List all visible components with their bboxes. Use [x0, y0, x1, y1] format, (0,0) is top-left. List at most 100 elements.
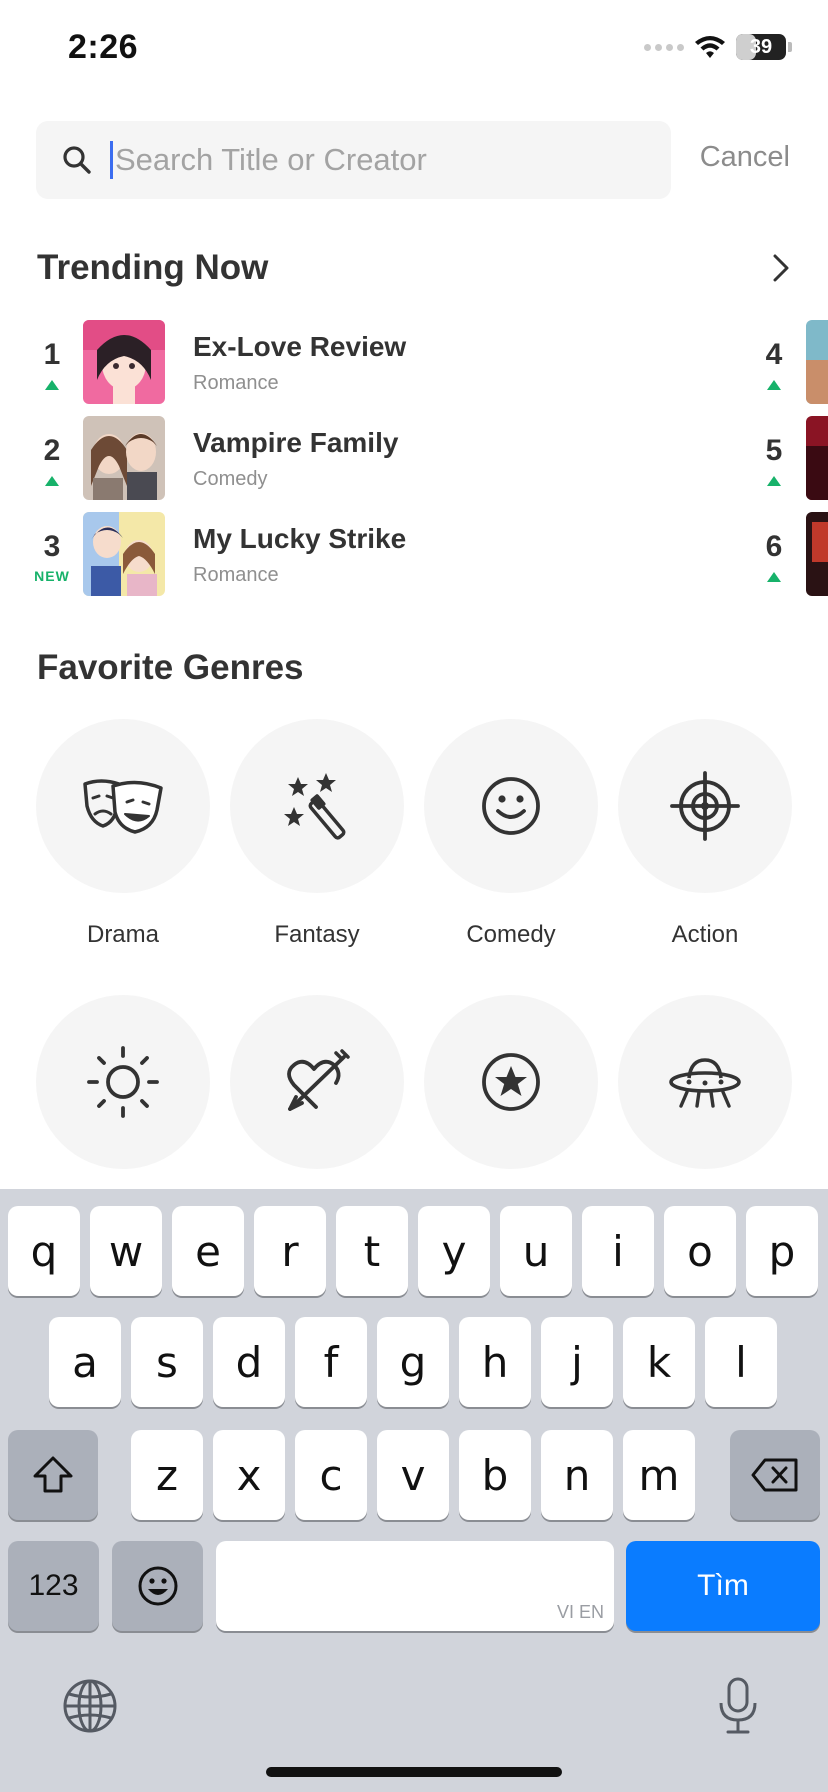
key-o[interactable]: o: [664, 1206, 736, 1296]
key-v[interactable]: v: [377, 1430, 449, 1520]
key-u[interactable]: u: [500, 1206, 572, 1296]
key-y[interactable]: y: [418, 1206, 490, 1296]
key-l[interactable]: l: [705, 1317, 777, 1407]
trending-row[interactable]: 3 NEW My Lucky Strike Romance 6: [0, 512, 828, 598]
search-return-key[interactable]: Tìm: [626, 1541, 820, 1631]
rank-number: 1: [43, 338, 61, 371]
backspace-icon: [751, 1458, 798, 1492]
heart-arrow-icon: [287, 1049, 350, 1111]
keyboard-language: VI EN: [556, 1602, 604, 1622]
rank-up-icon: [30, 380, 74, 390]
comic-title: Vampire Family: [193, 427, 399, 458]
genre-sci-fi[interactable]: [618, 995, 792, 1169]
genre-label: Action: [671, 921, 739, 948]
genre-label: Drama: [86, 921, 159, 948]
text-cursor: [110, 141, 113, 179]
genre-action[interactable]: Action: [618, 719, 792, 949]
key-e[interactable]: e: [172, 1206, 244, 1296]
key-q[interactable]: q: [8, 1206, 80, 1296]
genre-circle[interactable]: [424, 719, 598, 893]
genre-circle[interactable]: [230, 995, 404, 1169]
battery-cap: [788, 42, 792, 52]
key-w[interactable]: w: [90, 1206, 162, 1296]
key-i[interactable]: i: [582, 1206, 654, 1296]
key-j[interactable]: j: [541, 1317, 613, 1407]
trending-title: Trending Now: [37, 248, 269, 287]
battery-level: 39: [749, 35, 773, 58]
cancel-button[interactable]: Cancel: [700, 141, 790, 174]
key-c[interactable]: c: [295, 1430, 367, 1520]
genre-fantasy[interactable]: Fantasy: [230, 719, 404, 949]
key-f[interactable]: f: [295, 1317, 367, 1407]
space-key[interactable]: VI EN: [216, 1541, 614, 1631]
key-k[interactable]: k: [623, 1317, 695, 1407]
status-time: 2:26: [68, 28, 139, 66]
key-x[interactable]: x: [213, 1430, 285, 1520]
comic-genre: Romance: [193, 372, 279, 394]
key-a[interactable]: a: [49, 1317, 121, 1407]
trending-row[interactable]: 1 Ex-Love Review Romance 4: [0, 320, 828, 406]
key-h[interactable]: h: [459, 1317, 531, 1407]
rank-number: 3: [43, 530, 61, 563]
rank-number: 5: [765, 434, 783, 467]
globe-icon[interactable]: [62, 1678, 118, 1734]
genre-circle[interactable]: [230, 719, 404, 893]
search-icon: [63, 146, 91, 174]
comic-title: My Lucky Strike: [193, 523, 407, 554]
key-b[interactable]: b: [459, 1430, 531, 1520]
shift-icon: [33, 1456, 73, 1493]
key-s[interactable]: s: [131, 1317, 203, 1407]
microphone-icon[interactable]: [716, 1676, 760, 1736]
drama-masks-icon: [83, 779, 163, 834]
rank-up-icon: [752, 476, 796, 486]
key-t[interactable]: t: [336, 1206, 408, 1296]
new-badge: NEW: [34, 568, 70, 584]
shift-key[interactable]: [8, 1430, 98, 1520]
comic-thumbnail[interactable]: [806, 512, 828, 596]
comic-title: Ex-Love Review: [193, 331, 407, 362]
emoji-icon: [138, 1566, 177, 1606]
search-bar[interactable]: [36, 121, 671, 199]
genre-circle[interactable]: [36, 719, 210, 893]
comic-thumbnail[interactable]: [83, 416, 165, 500]
genre-circle[interactable]: [36, 995, 210, 1169]
genre-drama[interactable]: Drama: [36, 719, 210, 949]
comic-genre: Romance: [193, 564, 279, 586]
smiley-icon: [482, 777, 540, 835]
genres-title: Favorite Genres: [37, 648, 304, 687]
wifi-icon: [695, 36, 725, 58]
comic-thumbnail[interactable]: [83, 512, 165, 596]
comic-thumbnail[interactable]: [806, 416, 828, 500]
delete-key[interactable]: [730, 1430, 820, 1520]
trending-row[interactable]: 2 Vampire Family Comedy 5: [0, 416, 828, 502]
genre-romance[interactable]: [230, 995, 404, 1169]
comic-thumbnail[interactable]: [83, 320, 165, 404]
key-z[interactable]: z: [131, 1430, 203, 1520]
rank-number: 2: [43, 434, 61, 467]
key-n[interactable]: n: [541, 1430, 613, 1520]
genre-circle[interactable]: [618, 719, 792, 893]
search-input[interactable]: [115, 142, 635, 178]
genre-circle[interactable]: [424, 995, 598, 1169]
rank-up-icon: [752, 380, 796, 390]
emoji-key[interactable]: [112, 1541, 203, 1631]
rank-up-icon: [30, 476, 74, 486]
key-p[interactable]: p: [746, 1206, 818, 1296]
comic-thumbnail[interactable]: [806, 320, 828, 404]
genre-label: Fantasy: [274, 921, 360, 948]
key-r[interactable]: r: [254, 1206, 326, 1296]
key-g[interactable]: g: [377, 1317, 449, 1407]
chevron-right-icon[interactable]: [768, 252, 794, 284]
key-m[interactable]: m: [623, 1430, 695, 1520]
genre-slice-of-life[interactable]: [36, 995, 210, 1169]
home-indicator: [266, 1767, 562, 1777]
genre-comedy[interactable]: Comedy: [424, 719, 598, 949]
genre-label: Comedy: [466, 921, 556, 948]
genre-superhero[interactable]: [424, 995, 598, 1169]
rank-number: 4: [765, 338, 783, 371]
genre-circle[interactable]: [618, 995, 792, 1169]
numbers-key[interactable]: 123: [8, 1541, 99, 1631]
crosshair-icon: [670, 771, 740, 841]
key-d[interactable]: d: [213, 1317, 285, 1407]
ufo-icon: [669, 1058, 741, 1108]
